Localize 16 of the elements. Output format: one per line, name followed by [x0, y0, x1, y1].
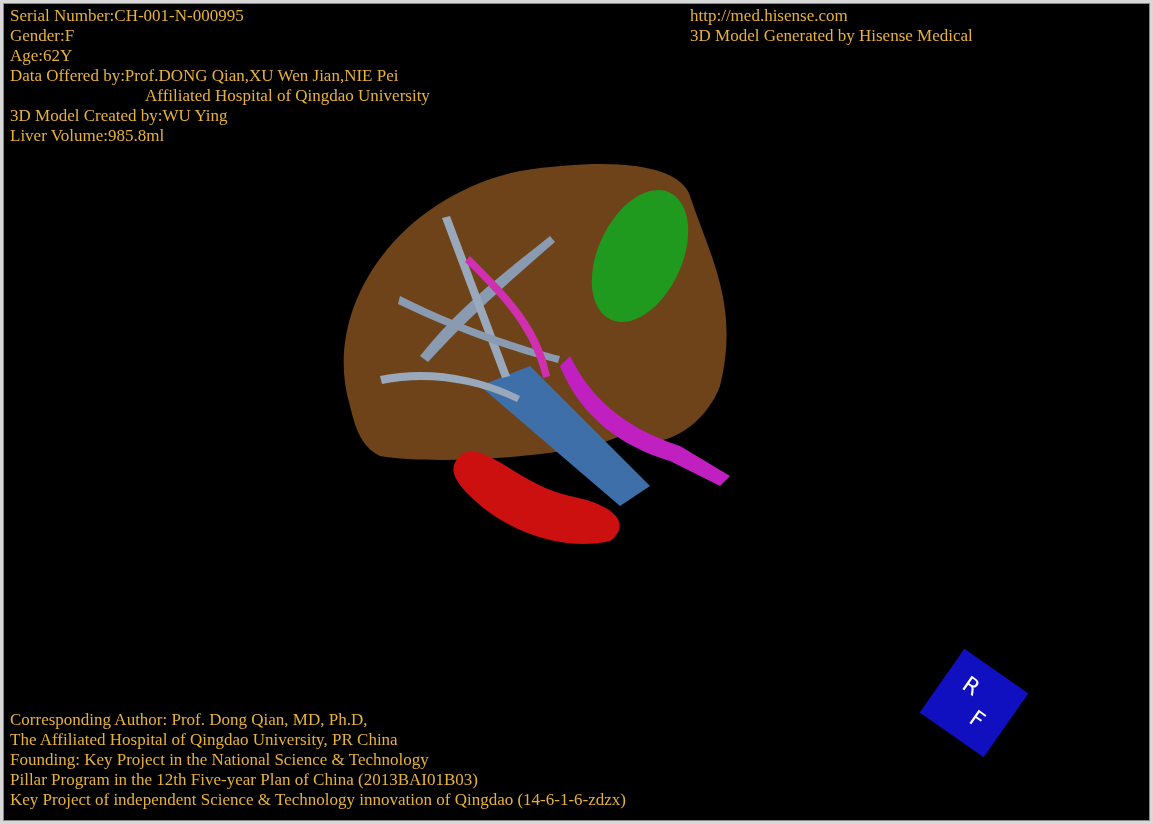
cube-face-label: F: [964, 706, 989, 734]
info-text: Pillar Program in the 12th Five-year Plan of China (2013BAI01B03): [10, 770, 478, 790]
cube-face-label: R: [957, 672, 985, 701]
info-text: Key Project of independent Science & Technology innovation of Qingdao (14-6-1-6-zdzx): [10, 790, 626, 810]
info-text: Affiliated Hospital of Qingdao University: [144, 86, 430, 106]
info-text: Serial Number:CH-001-N-000995: [10, 6, 244, 26]
info-text: Gender:F: [10, 26, 75, 46]
info-text: Corresponding Author: Prof. Dong Qian, MD, Ph.D,: [10, 710, 368, 730]
info-text: The Affiliated Hospital of Qingdao University, PR China: [10, 730, 398, 750]
info-text: Age:62Y: [10, 46, 73, 66]
info-text: 3D Model Generated by Hisense Medical: [690, 26, 973, 46]
info-text: http://med.hisense.com: [690, 6, 848, 26]
info-text: Data Offered by:Prof.DONG Qian,XU Wen Jian,NIE Pei: [10, 66, 399, 86]
info-text: Liver Volume:985.8ml: [10, 126, 165, 146]
info-text: 3D Model Created by:WU Ying: [10, 106, 228, 126]
info-text: Founding: Key Project in the National Science & Technology: [10, 750, 429, 770]
